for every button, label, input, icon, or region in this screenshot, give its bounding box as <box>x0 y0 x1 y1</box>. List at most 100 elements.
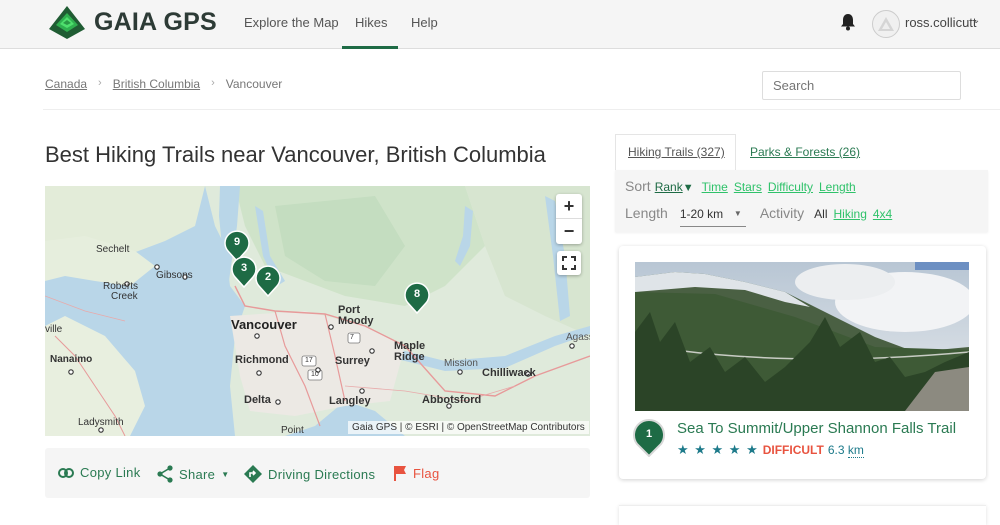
trail-rank-marker: 1 <box>632 419 666 462</box>
map-label-surrey: Surrey <box>335 355 370 367</box>
length-value: 1-20 km <box>679 207 724 221</box>
marker-label: 2 <box>264 271 272 283</box>
nav-active-indicator <box>342 46 398 49</box>
share-icon <box>157 465 173 483</box>
difficulty-badge: DIFFICULT <box>762 443 824 457</box>
brand-name: GAIA GPS <box>94 7 217 36</box>
nav-help[interactable]: Help <box>411 15 438 30</box>
breadcrumb-vancouver: Vancouver <box>225 77 283 91</box>
map-label-richmond: Richmond <box>235 354 289 366</box>
map-label-delta: Delta <box>244 394 271 406</box>
map-basemap <box>45 186 590 436</box>
zoom-out-button[interactable]: − <box>556 219 582 244</box>
sort-difficulty[interactable]: Difficulty <box>768 180 813 194</box>
flag-button[interactable]: Flag <box>393 465 440 481</box>
map-marker-8[interactable]: 8 <box>404 282 430 314</box>
nav-explore-map[interactable]: Explore the Map <box>244 15 339 30</box>
copy-link-button[interactable]: Copy Link <box>58 465 141 480</box>
gaia-mountain-icon <box>49 6 85 39</box>
highway-shield-7: 7 <box>350 334 354 341</box>
map-attribution: Gaia GPS | © ESRI | © OpenStreetMap Cont… <box>348 421 589 434</box>
tab-parks-forests[interactable]: Parks & Forests (26) <box>750 145 860 159</box>
map-label-ladysmith: Ladysmith <box>78 417 124 428</box>
marker-label: 9 <box>233 236 241 248</box>
activity-all[interactable]: All <box>814 207 827 221</box>
zoom-controls: + − <box>556 194 582 244</box>
breadcrumb-british-columbia[interactable]: British Columbia <box>113 77 200 91</box>
fullscreen-icon <box>562 256 576 270</box>
trail-rank: 1 <box>645 428 653 440</box>
breadcrumb-separator: › <box>98 77 102 89</box>
map-label-nanaimo: Nanaimo <box>50 354 93 365</box>
caret-down-icon: ▼ <box>733 209 742 218</box>
map-label-ridge: Ridge <box>394 351 425 363</box>
sort-rank[interactable]: Rank <box>655 180 683 194</box>
map-label-agassiz: Agass <box>566 332 590 343</box>
link-icon <box>58 467 74 478</box>
brand-logo[interactable]: GAIA GPS <box>48 5 217 39</box>
distance-value: 6.3 <box>827 443 845 457</box>
map-actions-bar: Copy Link Share ▼ Driving Directions Fla… <box>45 448 590 498</box>
map-label-mission: Mission <box>444 358 478 369</box>
highway-shield-17: 17 <box>305 357 313 364</box>
activity-label: Activity <box>759 205 805 221</box>
notifications-bell-icon[interactable] <box>840 13 856 36</box>
flag-icon <box>394 466 406 481</box>
tab-hiking-trails[interactable]: Hiking Trails (327) <box>628 145 725 159</box>
map-label-ville: ville <box>45 324 63 335</box>
zoom-in-button[interactable]: + <box>556 194 582 219</box>
breadcrumb: Canada › British Columbia › Vancouver <box>45 77 282 91</box>
trail-photo[interactable] <box>635 262 969 411</box>
trail-name-link[interactable]: Sea To Summit/Upper Shannon Falls Trail <box>677 420 956 437</box>
trail-card[interactable]: 1 Sea To Summit/Upper Shannon Falls Trai… <box>619 246 986 479</box>
filters-panel: Sort Rank ▼ Time Stars Difficulty Length… <box>615 170 988 232</box>
activity-hiking[interactable]: Hiking <box>834 207 867 221</box>
trail-map[interactable]: Sechelt Gibsons Roberts Creek ville Nana… <box>45 186 590 436</box>
page-title: Best Hiking Trails near Vancouver, Briti… <box>45 142 546 167</box>
sort-desc-icon: ▼ <box>682 182 694 194</box>
activity-4x4[interactable]: 4x4 <box>873 207 892 221</box>
map-label-sechelt: Sechelt <box>96 244 130 255</box>
chevron-down-icon[interactable]: ⌄ <box>972 15 980 26</box>
sort-stars[interactable]: Stars <box>734 180 762 194</box>
caret-down-icon: ▼ <box>221 469 230 479</box>
username[interactable]: ross.collicutt <box>905 15 977 30</box>
marker-label: 3 <box>240 262 248 274</box>
map-label-chilliwack: Chilliwack <box>482 367 536 379</box>
nav-hikes[interactable]: Hikes <box>355 15 388 30</box>
breadcrumb-separator: › <box>211 77 215 89</box>
map-marker-3[interactable]: 3 <box>231 256 257 288</box>
driving-directions-button[interactable]: Driving Directions <box>244 465 375 483</box>
flag-label: Flag <box>413 465 440 481</box>
top-navbar: GAIA GPS Explore the Map Hikes Help ross… <box>0 0 1000 49</box>
distance-unit[interactable]: km <box>847 443 864 458</box>
map-label-creek: Creek <box>111 291 138 302</box>
default-avatar-icon <box>878 17 894 31</box>
trail-distance: 6.3 km <box>827 443 864 458</box>
copy-link-label: Copy Link <box>80 465 141 480</box>
sort-label: Sort <box>625 178 651 194</box>
divider <box>43 109 1000 110</box>
sort-time[interactable]: Time <box>702 180 728 194</box>
length-select[interactable]: 1-20 km ▼ <box>679 207 746 227</box>
trail-card-next[interactable] <box>619 505 986 525</box>
driving-directions-label: Driving Directions <box>268 466 376 482</box>
marker-label: 8 <box>413 288 421 300</box>
map-label-abbotsford: Abbotsford <box>422 394 482 406</box>
user-avatar[interactable] <box>872 10 900 38</box>
sort-length[interactable]: Length <box>819 180 856 194</box>
search-input[interactable] <box>762 71 961 100</box>
share-label: Share <box>179 466 216 482</box>
share-button[interactable]: Share ▼ <box>157 465 229 483</box>
star-rating-icon: ★ ★ ★ ★ ★ <box>677 442 759 457</box>
map-label-gibsons: Gibsons <box>156 270 193 281</box>
map-label-vancouver: Vancouver <box>231 317 297 332</box>
map-label-langley: Langley <box>329 395 371 407</box>
breadcrumb-canada[interactable]: Canada <box>45 77 87 91</box>
map-label-moody: Moody <box>338 315 374 327</box>
trail-meta: ★ ★ ★ ★ ★ DIFFICULT 6.3 km <box>677 442 864 458</box>
map-label-point: Point <box>281 425 304 436</box>
fullscreen-button[interactable] <box>557 251 581 275</box>
trail-photo-image <box>635 262 969 411</box>
map-marker-2[interactable]: 2 <box>255 265 281 297</box>
